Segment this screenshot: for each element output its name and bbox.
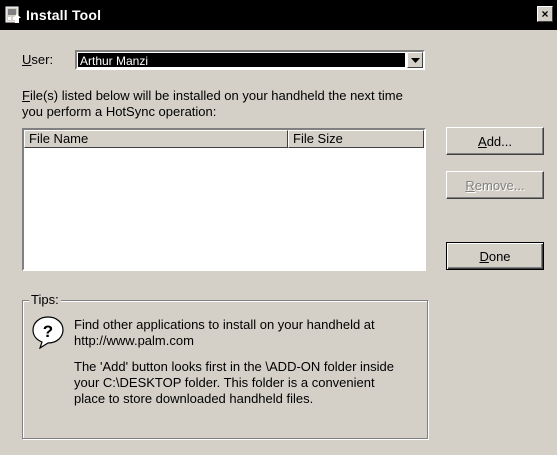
tip-line-1: Find other applications to install on yo…	[74, 317, 375, 332]
window-title: Install Tool	[26, 7, 102, 23]
column-header-file-name[interactable]: File Name	[24, 130, 288, 148]
tips-group: Tips: ? Find other applications to insta…	[22, 292, 428, 439]
description-line-2: you perform a HotSync operation:	[22, 104, 217, 119]
question-icon: ?	[32, 316, 64, 349]
chevron-down-icon	[410, 57, 420, 63]
column-header-file-size[interactable]: File Size	[288, 130, 424, 148]
tip-para2-line-3: place to store downloaded handheld files…	[74, 391, 314, 406]
user-label: User:	[22, 52, 54, 67]
tip-para2-line-2: your C:\DESKTOP folder. This folder is a…	[74, 375, 375, 390]
tips-label: Tips:	[29, 292, 61, 307]
description-line-1: File(s) listed below will be installed o…	[22, 88, 403, 103]
user-select-dropdown-button[interactable]	[407, 52, 423, 68]
svg-text:?: ?	[43, 322, 53, 341]
title-bar[interactable]: Install Tool ×	[0, 0, 557, 30]
file-list[interactable]: File Name File Size	[22, 128, 426, 271]
tip-para2-line-1: The 'Add' button looks first in the \ADD…	[74, 359, 394, 374]
close-button[interactable]: ×	[537, 6, 553, 22]
tip-line-2: http://www.palm.com	[74, 333, 194, 348]
file-list-header: File Name File Size	[24, 130, 424, 148]
done-button[interactable]: Done	[446, 242, 544, 270]
user-select[interactable]: Arthur Manzi	[75, 50, 425, 70]
close-icon: ×	[541, 7, 549, 21]
install-tool-icon	[5, 6, 21, 23]
add-button[interactable]: Add...	[446, 127, 544, 155]
remove-button[interactable]: Remove...	[446, 171, 544, 199]
install-tool-window: Install Tool × User: Arthur Manzi File(s…	[0, 0, 557, 455]
tips-text: Find other applications to install on yo…	[74, 317, 419, 417]
user-select-value: Arthur Manzi	[78, 53, 405, 68]
